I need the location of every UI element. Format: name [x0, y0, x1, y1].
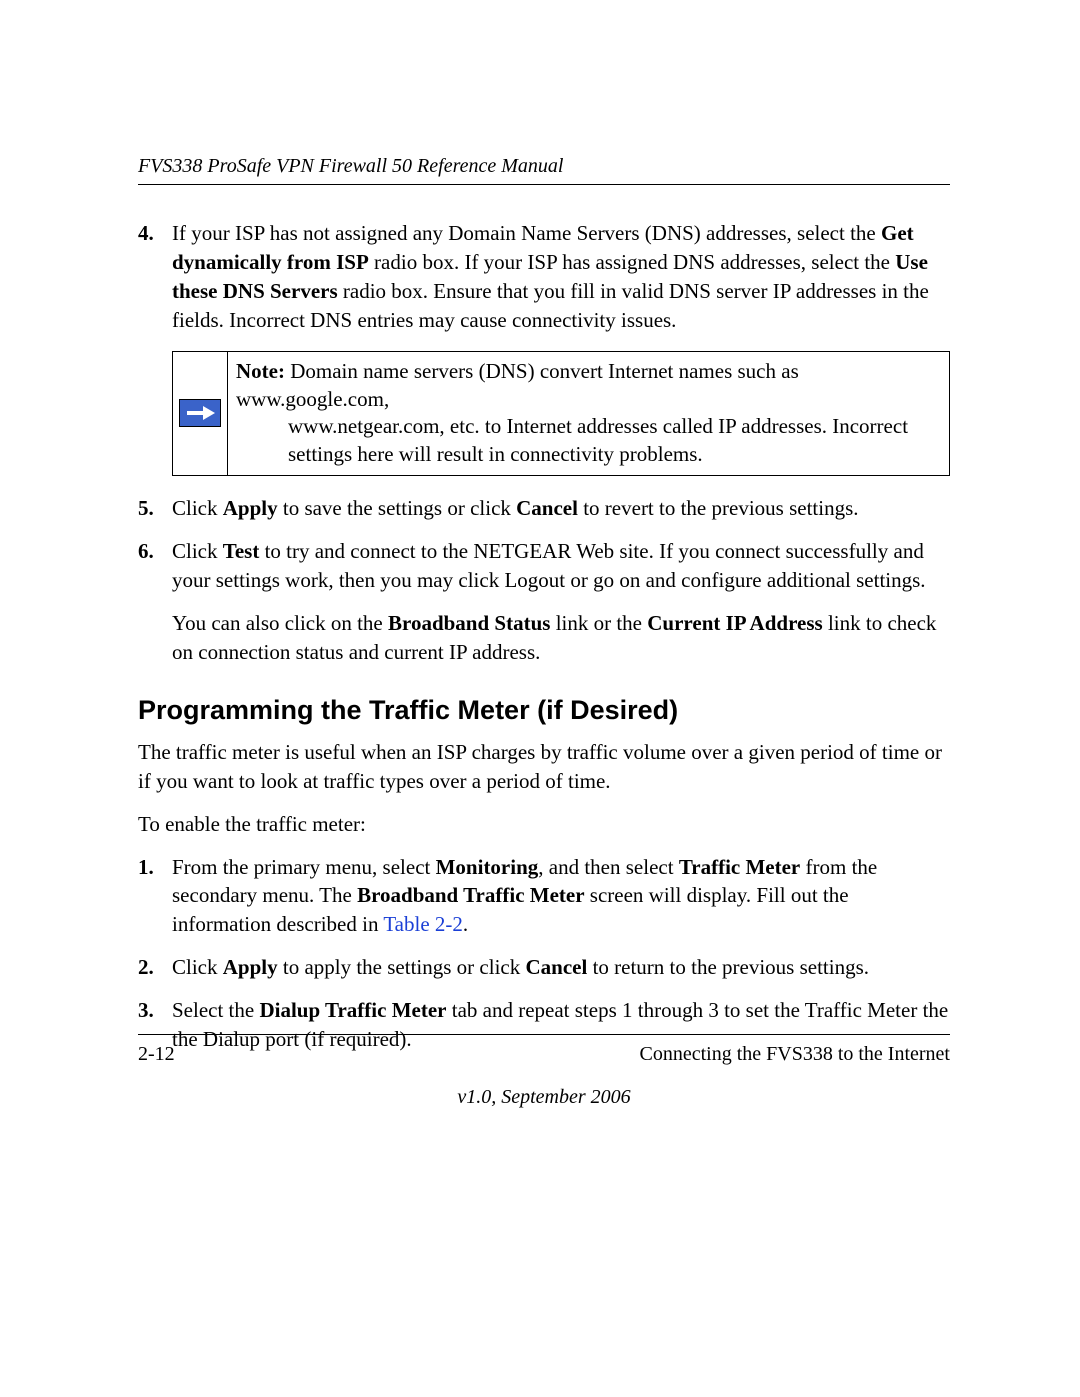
bold-text: Apply	[223, 955, 278, 979]
page-number: 2-12	[138, 1043, 175, 1066]
step-number: 5.	[138, 494, 172, 523]
text-fragment: to save the settings or click	[278, 496, 517, 520]
list-item: 4. If your ISP has not assigned any Doma…	[138, 219, 950, 335]
bold-text: Cancel	[525, 955, 587, 979]
list-item: 5. Click Apply to save the settings or c…	[138, 494, 950, 523]
list-item: 2. Click Apply to apply the settings or …	[138, 953, 950, 982]
text-fragment: Click	[172, 496, 223, 520]
text-fragment: link or the	[550, 611, 647, 635]
text-fragment: You can also click on the	[172, 611, 388, 635]
paragraph: To enable the traffic meter:	[138, 810, 950, 839]
text-fragment: radio box. If your ISP has assigned DNS …	[369, 250, 895, 274]
step-number: 2.	[138, 953, 172, 982]
text-fragment: If your ISP has not assigned any Domain …	[172, 221, 881, 245]
text-fragment: Domain name servers (DNS) convert Intern…	[236, 359, 799, 411]
section-heading: Programming the Traffic Meter (if Desire…	[138, 695, 950, 726]
document-page: FVS338 ProSafe VPN Firewall 50 Reference…	[0, 0, 1080, 1397]
version-line: v1.0, September 2006	[138, 1086, 950, 1109]
step-number: 4.	[138, 219, 172, 335]
text-fragment: www.netgear.com, etc. to Internet addres…	[236, 413, 939, 468]
step-text: If your ISP has not assigned any Domain …	[172, 219, 950, 335]
footer-line: 2-12 Connecting the FVS338 to the Intern…	[138, 1043, 950, 1066]
text-fragment: to try and connect to the NETGEAR Web si…	[172, 539, 926, 592]
bold-text: Cancel	[516, 496, 578, 520]
text-fragment: Click	[172, 955, 223, 979]
text-fragment: to revert to the previous settings.	[578, 496, 859, 520]
chapter-title: Connecting the FVS338 to the Internet	[639, 1043, 950, 1066]
text-fragment: Select the	[172, 998, 259, 1022]
list-item: 1. From the primary menu, select Monitor…	[138, 853, 950, 940]
footer-rule	[138, 1034, 950, 1035]
note-text: Note: Domain name servers (DNS) convert …	[228, 352, 949, 475]
numbered-list-c: 1. From the primary menu, select Monitor…	[138, 853, 950, 1055]
step-text: From the primary menu, select Monitoring…	[172, 853, 950, 940]
numbered-list-b: 5. Click Apply to save the settings or c…	[138, 494, 950, 667]
text-fragment: From the primary menu, select	[172, 855, 436, 879]
bold-text: Apply	[223, 496, 278, 520]
step-text: Click Apply to apply the settings or cli…	[172, 953, 950, 982]
bold-text: Broadband Traffic Meter	[357, 883, 584, 907]
numbered-list-a: 4. If your ISP has not assigned any Doma…	[138, 219, 950, 335]
bold-text: Test	[223, 539, 260, 563]
note-callout: Note: Domain name servers (DNS) convert …	[172, 351, 950, 476]
running-header: FVS338 ProSafe VPN Firewall 50 Reference…	[138, 155, 950, 185]
text-fragment: .	[463, 912, 468, 936]
page-footer: 2-12 Connecting the FVS338 to the Intern…	[138, 1034, 950, 1109]
text-fragment: , and then select	[538, 855, 679, 879]
step-number: 1.	[138, 853, 172, 940]
step-text: Click Test to try and connect to the NET…	[172, 537, 950, 667]
note-label: Note:	[236, 359, 285, 383]
bold-text: Dialup Traffic Meter	[259, 998, 446, 1022]
paragraph: The traffic meter is useful when an ISP …	[138, 738, 950, 796]
step-text: Click Apply to save the settings or clic…	[172, 494, 950, 523]
text-fragment: Click	[172, 539, 223, 563]
cross-reference-link[interactable]: Table 2-2	[383, 912, 463, 936]
step-number: 6.	[138, 537, 172, 667]
arrow-right-icon	[179, 399, 221, 427]
text-fragment: to return to the previous settings.	[587, 955, 869, 979]
text-fragment: to apply the settings or click	[278, 955, 526, 979]
bold-text: Traffic Meter	[679, 855, 800, 879]
list-item: 6. Click Test to try and connect to the …	[138, 537, 950, 667]
bold-text: Monitoring	[436, 855, 539, 879]
bold-text: Current IP Address	[647, 611, 822, 635]
paragraph: You can also click on the Broadband Stat…	[172, 609, 950, 667]
bold-text: Broadband Status	[388, 611, 550, 635]
note-icon-cell	[173, 352, 228, 475]
